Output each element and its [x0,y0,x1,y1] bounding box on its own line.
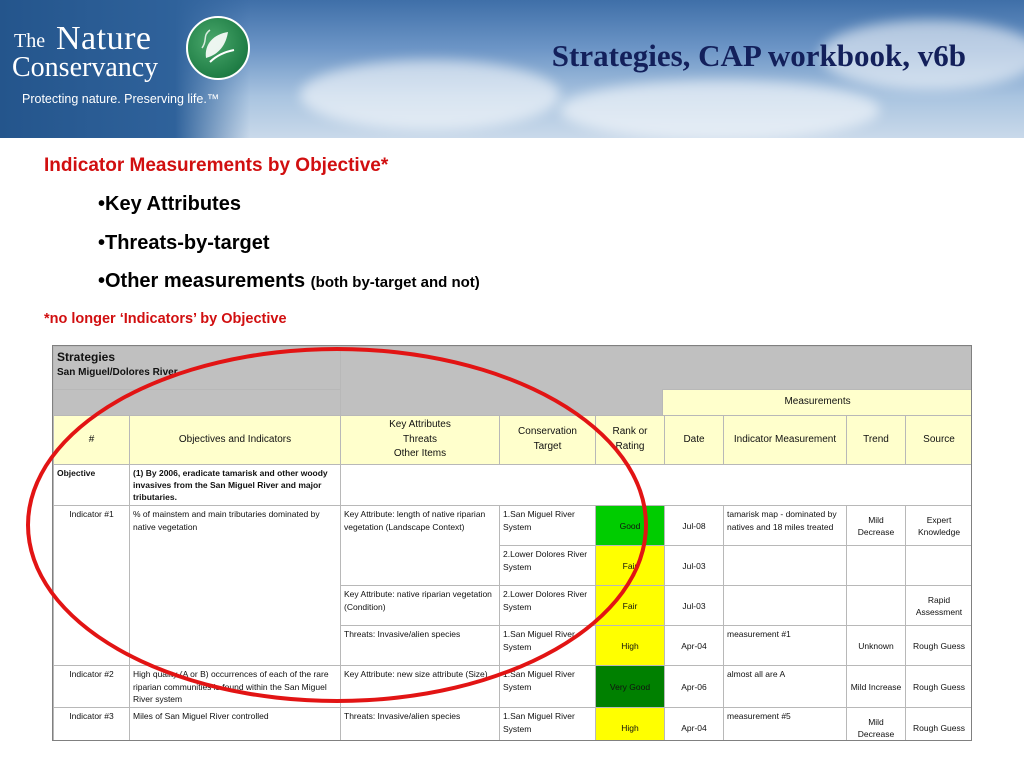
conservation-target: 1.San Miguel River System [499,665,596,709]
bullet-key-attributes: •Key Attributes [98,193,241,215]
rank-rating: High [595,707,665,740]
key-attribute: Key Attribute: native riparian vegetatio… [340,585,500,627]
col-header-indicator-measurement: Indicator Measurement [723,415,847,465]
key-attribute: Threats: Invasive/alien species [340,707,500,740]
key-attribute: Threats: Invasive/alien species [340,625,500,667]
leaf-globe-icon [186,16,250,80]
source: Rough Guess [904,707,971,740]
rank-rating: Good [595,505,665,547]
trend: Mild Decrease [846,707,906,740]
indicator-measurement: measurement #1 [723,625,847,667]
sheet-title-cell: Strategies San Miguel/Dolores River [53,346,341,390]
logo-tagline: Protecting nature. Preserving life.™ [22,92,220,106]
sky-cloud [560,80,880,138]
col-header-target-line2: Target [533,440,562,452]
source: Rapid Assessment [904,585,971,627]
measure-date: Apr-04 [664,625,724,667]
key-attribute: Key Attribute: length of native riparian… [340,505,500,587]
logo-text-the: The [14,30,46,52]
conservation-target: 2.Lower Dolores River System [499,585,596,627]
source: Expert Knowledge [904,505,971,547]
col-header-rank-line1: Rank or [612,426,648,438]
measure-date: Apr-06 [664,665,724,709]
slide-title: Strategies, CAP workbook, v6b [551,38,966,73]
measure-date: Jul-08 [664,505,724,547]
bullet-threats-by-target: •Threats-by-target [98,232,270,254]
cap-workbook-sheet: Strategies San Miguel/Dolores River Meas… [52,345,972,741]
header-filler: Measurements [339,346,971,416]
col-header-source: Source [904,415,971,465]
trend: Mild Decrease [846,505,906,547]
indicator-measurement: measurement #5 [723,707,847,740]
footnote: *no longer ‘Indicators’ by Objective [44,311,287,327]
sheet-title: Strategies [57,350,116,364]
col-header-target: Conservation Target [499,415,596,465]
indicator-objective: High quality (A or B) occurrences of eac… [129,665,341,709]
indicator-objective: Miles of San Miguel River controlled [129,707,341,740]
trend: Unknown [846,625,906,667]
conservation-target: 1.San Miguel River System [499,625,596,667]
bullet-other-measurements-note: (both by-target and not) [310,274,480,291]
col-header-key-attr-line1: Key Attributes [389,419,451,430]
conservation-target: 2.Lower Dolores River System [499,545,596,587]
sheet-subtitle: San Miguel/Dolores River [57,367,178,379]
trend [846,545,906,587]
rank-rating: Fair [595,585,665,627]
key-attribute: Key Attribute: new size attribute (Size) [340,665,500,709]
bullet-other-measurements-label: •Other measurements [98,270,306,292]
sheet-blank-cell [53,388,341,417]
conservation-target: 1.San Miguel River System [499,505,596,547]
rank-rating: Very Good [595,665,665,709]
sky-cloud [300,60,560,130]
measure-date: Jul-03 [664,545,724,587]
logo-text-conservancy: Conservancy [12,52,159,83]
source: Rough Guess [904,665,971,709]
col-header-key-attr-line3: Other Items [393,448,447,459]
col-header-key-attr-line2: Threats [403,433,437,445]
objective-filler [339,463,971,507]
table-row: Indicator #3 Miles of San Miguel River c… [53,707,971,740]
trend: Mild Increase [846,665,906,709]
source: Rough Guess [904,625,971,667]
source [904,545,971,587]
indicator-measurement [723,585,847,627]
col-header-key-attributes: Key Attributes Threats Other Items [340,415,500,465]
section-heading: Indicator Measurements by Objective* [44,155,389,176]
indicator-objective: % of mainstem and main tributaries domin… [129,505,341,667]
col-header-trend: Trend [846,415,906,465]
indicator-num: Indicator #1 [53,505,130,667]
objective-text: (1) By 2006, eradicate tamarisk and othe… [129,463,341,507]
strategies-table: Strategies San Miguel/Dolores River Meas… [53,346,971,740]
indicator-measurement: tamarisk map - dominated by natives and … [723,505,847,547]
col-header-rank: Rank or Rating [595,415,665,465]
measure-date: Apr-04 [664,707,724,740]
indicator-measurement [723,545,847,587]
header-banner: The Nature Conservancy Protecting nature… [0,0,1024,138]
col-header-target-line1: Conservation [518,426,577,438]
table-row: Indicator #1 % of mainstem and main trib… [53,505,971,667]
rank-rating: Fair [595,545,665,587]
conservation-target: 1.San Miguel River System [499,707,596,740]
indicator-num: Indicator #2 [53,665,130,709]
col-header-num: # [53,415,130,465]
objective-label: Objective [53,463,130,507]
measurements-group-header: Measurements [662,389,971,415]
indicator-measurement: almost all are A [723,665,847,709]
measure-date: Jul-03 [664,585,724,627]
col-header-rank-line2: Rating [615,440,645,452]
indicator-num: Indicator #3 [53,707,130,740]
col-header-date: Date [664,415,724,465]
table-row: Indicator #2 High quality (A or B) occur… [53,665,971,709]
trend [846,585,906,627]
bullet-other-measurements: •Other measurements (both by-target and … [98,270,480,293]
col-header-objectives: Objectives and Indicators [129,415,341,465]
rank-rating: High [595,625,665,667]
